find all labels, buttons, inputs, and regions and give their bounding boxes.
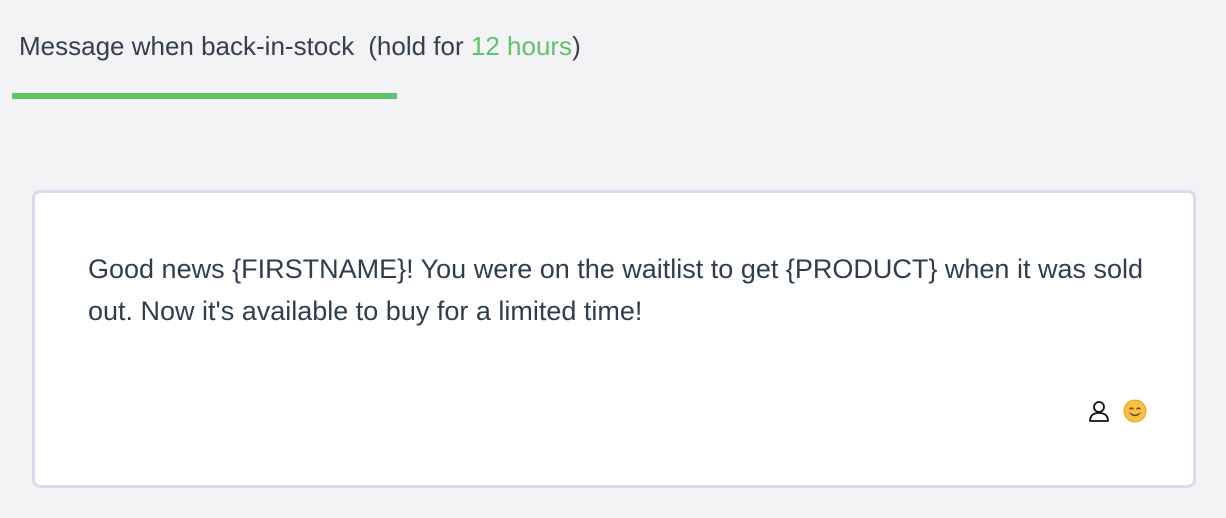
hold-suffix: ) bbox=[572, 31, 581, 61]
tab-label: Message when back-in-stock bbox=[19, 31, 355, 61]
smiley-emoji-icon bbox=[1123, 399, 1147, 428]
tab-title: Message when back-in-stock (hold for 12 h… bbox=[19, 30, 581, 62]
message-editor[interactable]: Good news {FIRSTNAME}! You were on the w… bbox=[32, 190, 1196, 488]
tab-back-in-stock-message[interactable]: Message when back-in-stock (hold for 12 h… bbox=[12, 0, 581, 99]
editor-toolbar bbox=[1086, 399, 1148, 428]
person-icon bbox=[1087, 399, 1111, 428]
insert-emoji-button[interactable] bbox=[1122, 399, 1148, 428]
hold-duration[interactable]: 12 hours bbox=[471, 31, 572, 61]
hold-prefix: (hold for bbox=[368, 31, 471, 61]
message-text[interactable]: Good news {FIRSTNAME}! You were on the w… bbox=[88, 248, 1158, 332]
insert-variable-button[interactable] bbox=[1086, 400, 1112, 426]
active-tab-indicator bbox=[12, 93, 397, 99]
